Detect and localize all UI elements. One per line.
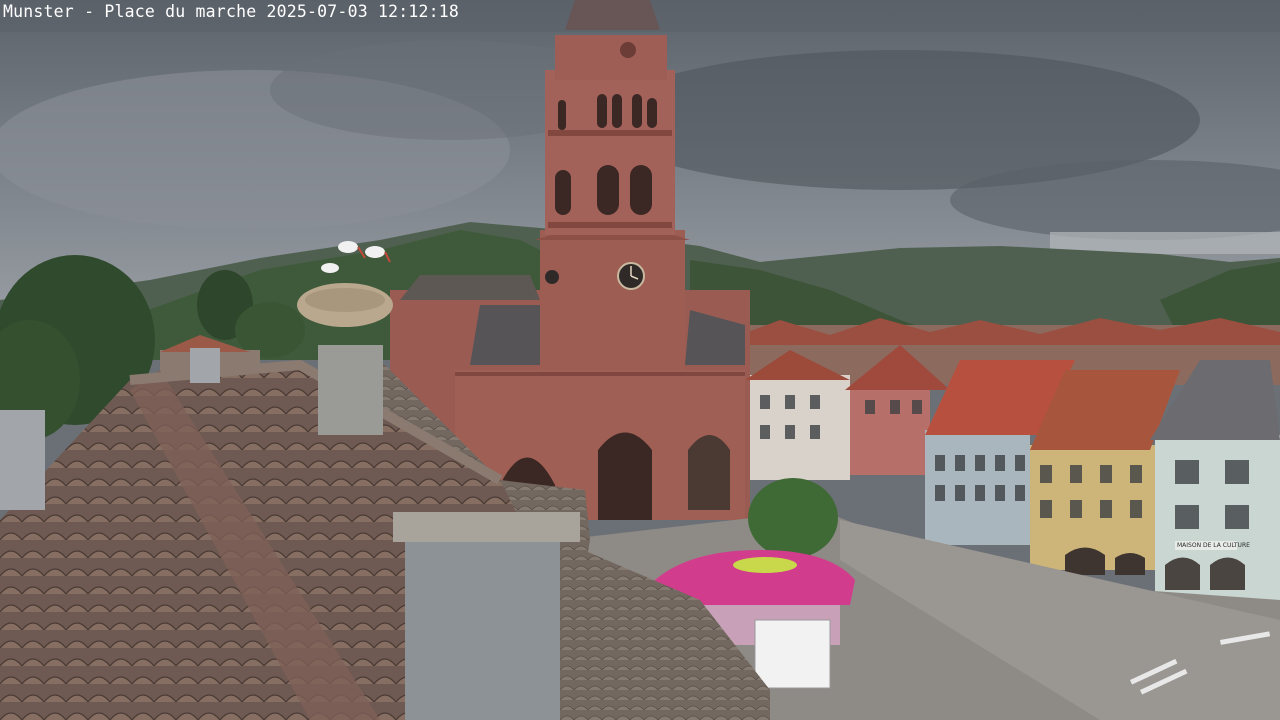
church-tower [535,0,690,370]
square-tree [748,478,838,558]
timestamp-label: 2025-07-03 12:12:18 [266,2,460,21]
location-label: Munster - Place du marche [3,2,257,21]
webcam-scene [0,0,1280,720]
camera-caption-bar: Munster - Place du marche 2025-07-03 12:… [0,0,1280,32]
shop-sign: MAISON DE LA CULTURE [1177,542,1250,549]
camera-caption: Munster - Place du marche 2025-07-03 12:… [3,2,459,22]
